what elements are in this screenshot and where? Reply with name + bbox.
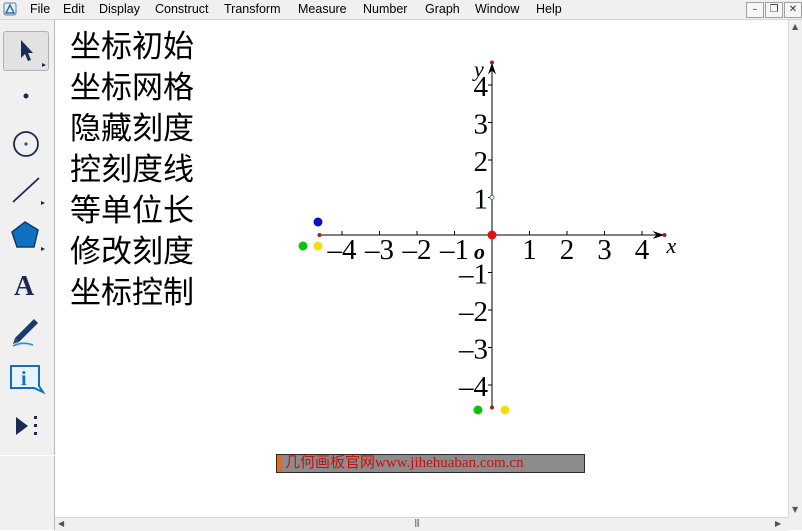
menu-help[interactable]: Help: [536, 2, 562, 16]
caption-text: 几何画板官网www.jihehuaban.com.cn: [285, 455, 524, 471]
marker-tool[interactable]: [3, 310, 49, 350]
menu-edit[interactable]: Edit: [63, 2, 85, 16]
command-coord-control[interactable]: 坐标控制: [70, 275, 194, 311]
scroll-down-icon[interactable]: ▼: [792, 505, 798, 514]
command-coord-init[interactable]: 坐标初始: [70, 29, 194, 65]
restore-button[interactable]: ❐: [765, 2, 783, 18]
command-equal-unit-length[interactable]: 等单位长: [70, 193, 194, 229]
menu-graph[interactable]: Graph: [425, 2, 460, 16]
arrow-tool-icon: [21, 40, 46, 67]
menu-bar: File Edit Display Construct Transform Me…: [0, 0, 802, 20]
command-control-tick-lines[interactable]: 控刻度线: [70, 152, 194, 188]
menu-display[interactable]: Display: [99, 2, 140, 16]
menu-file[interactable]: File: [30, 2, 50, 16]
scroll-up-icon[interactable]: ▲: [792, 22, 798, 31]
menu-construct[interactable]: Construct: [155, 2, 209, 16]
custom-tool[interactable]: [3, 406, 49, 446]
straightedge-tool[interactable]: [3, 170, 49, 210]
information-tool[interactable]: i: [3, 358, 49, 398]
straightedge-tool-icon: [12, 177, 45, 205]
scroll-right-icon[interactable]: ▶: [775, 519, 781, 528]
website-caption[interactable]: 几何画板官网www.jihehuaban.com.cn: [276, 454, 585, 473]
toolbox: A i: [0, 20, 55, 455]
information-tool-icon: i: [10, 365, 46, 395]
scroll-left-icon[interactable]: ◀: [58, 519, 64, 528]
caption-bar: [277, 455, 282, 472]
polygon-tool[interactable]: [3, 216, 49, 256]
compass-tool[interactable]: [3, 124, 49, 164]
menu-transform[interactable]: Transform: [224, 2, 281, 16]
svg-text:i: i: [21, 368, 27, 390]
point-tool-icon: [23, 93, 29, 99]
custom-tool-icon: [16, 416, 37, 435]
close-button[interactable]: ✕: [784, 2, 802, 18]
command-modify-ticks[interactable]: 修改刻度: [70, 234, 194, 270]
text-tool-icon: A: [14, 271, 35, 302]
horizontal-scrollbar[interactable]: ◀ ||| ▶: [55, 517, 788, 531]
arrow-tool[interactable]: [3, 31, 49, 71]
menu-measure[interactable]: Measure: [298, 2, 347, 16]
svg-text:A: A: [14, 271, 35, 302]
sketchpad-app-icon[interactable]: [3, 2, 17, 16]
toolbox-footer: [0, 456, 55, 530]
scroll-grip-icon[interactable]: |||: [414, 518, 420, 527]
text-tool[interactable]: A: [3, 264, 49, 304]
vertical-scrollbar[interactable]: ▲ ▼: [788, 20, 802, 517]
point-tool[interactable]: [3, 76, 49, 116]
marker-tool-icon: [12, 319, 38, 347]
menu-number[interactable]: Number: [363, 2, 407, 16]
compass-tool-icon: [13, 131, 39, 157]
minimize-button[interactable]: –: [746, 2, 764, 18]
polygon-tool-icon: [11, 221, 45, 251]
command-hide-ticks[interactable]: 隐藏刻度: [70, 111, 194, 147]
scrollbar-corner: [788, 517, 802, 530]
menu-window[interactable]: Window: [475, 2, 519, 16]
command-coord-grid[interactable]: 坐标网格: [70, 70, 194, 106]
